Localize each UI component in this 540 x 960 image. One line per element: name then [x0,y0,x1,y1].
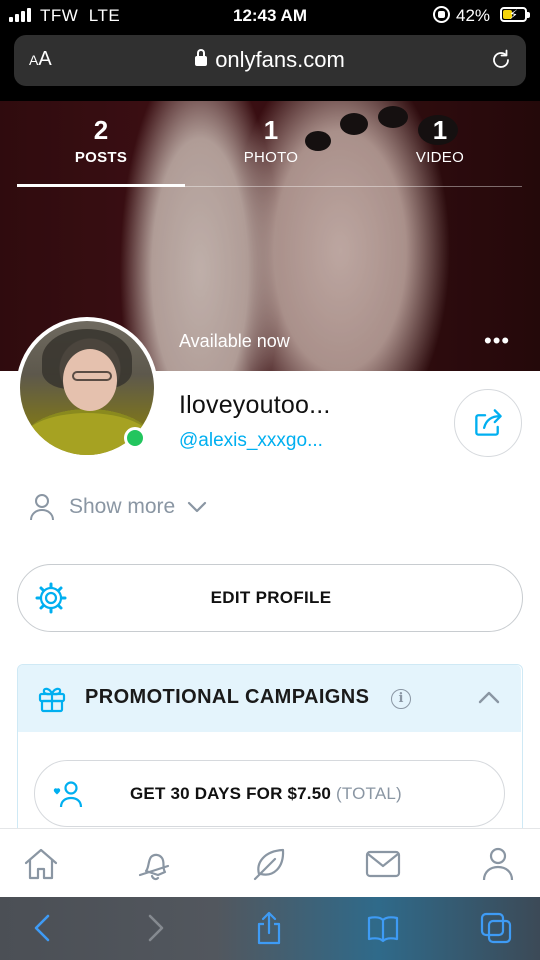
gift-icon [38,687,66,713]
video-label: VIDEO [415,149,465,166]
user-outline-icon [30,494,54,521]
profile-display-name: Iloveyoutoo... [179,391,331,419]
offer-price-text: GET 30 DAYS FOR $7.50 [130,784,332,803]
lock-icon [195,49,208,66]
reload-icon[interactable] [489,48,513,72]
profile-username[interactable]: @alexis_xxxgo... [179,430,323,452]
chevron-up-icon[interactable] [477,689,501,705]
address-bar[interactable]: AA onlyfans.com [14,35,526,86]
offer-total-text: (TOTAL) [335,784,402,803]
promotional-campaigns-header[interactable]: PROMOTIONAL CAMPAIGNS i [18,665,521,732]
url-display[interactable]: onlyfans.com [14,47,526,73]
home-icon[interactable] [22,845,60,883]
forward-icon[interactable] [138,911,172,945]
promotional-campaigns-title: PROMOTIONAL CAMPAIGNS [85,686,370,708]
bookmarks-icon[interactable] [366,911,400,945]
share-icon [475,409,502,436]
edit-profile-label: EDIT PROFILE [210,588,332,607]
availability-status: Available now [179,331,290,351]
show-more-toggle[interactable]: Show more [29,492,207,522]
share-profile-button[interactable] [454,389,522,457]
photo-label: PHOTO [243,149,299,166]
promotional-campaigns-card: PROMOTIONAL CAMPAIGNS i GET 30 DAYS FOR … [17,664,523,844]
photo-count: 1 [263,115,279,145]
info-icon[interactable]: i [391,689,411,709]
subscriber-heart-icon [53,781,83,808]
avatar-glasses [72,371,112,381]
notifications-icon[interactable] [136,845,174,883]
charging-bolt-icon: ⚡ [509,7,519,22]
battery-icon: ⚡ [500,7,530,22]
video-count: 1 [432,115,448,145]
app-bottom-nav [0,828,540,897]
chevron-down-icon [188,501,207,513]
subscription-offer-button[interactable]: GET 30 DAYS FOR $7.50 (TOTAL) [34,760,505,827]
active-tab-indicator [17,184,185,187]
posts-label: POSTS [74,149,128,166]
tab-posts[interactable]: 2 POSTS [26,115,176,166]
edit-profile-button[interactable]: EDIT PROFILE [17,564,523,632]
back-icon[interactable] [26,911,60,945]
messages-icon[interactable] [364,845,402,883]
browser-chrome: TFW LTE 12:43 AM 42% ⚡ AA onlyfans.com [0,0,540,101]
online-status-indicator [124,427,146,449]
url-text: onlyfans.com [215,47,345,72]
more-options-icon[interactable]: ••• [484,330,510,352]
profile-icon[interactable] [479,845,517,883]
tabs-icon[interactable] [479,911,513,945]
tab-photo[interactable]: 1 PHOTO [196,115,346,166]
orientation-lock-icon [433,6,450,23]
feed-leaf-icon[interactable] [250,845,288,883]
show-more-label: Show more [69,495,176,518]
battery-percent: 42% [456,6,491,25]
tab-video[interactable]: 1 VIDEO [365,115,515,166]
browser-toolbar [0,897,540,960]
share-icon[interactable] [252,911,286,945]
offer-label: GET 30 DAYS FOR $7.50 (TOTAL) [130,784,402,804]
posts-count: 2 [93,115,109,145]
